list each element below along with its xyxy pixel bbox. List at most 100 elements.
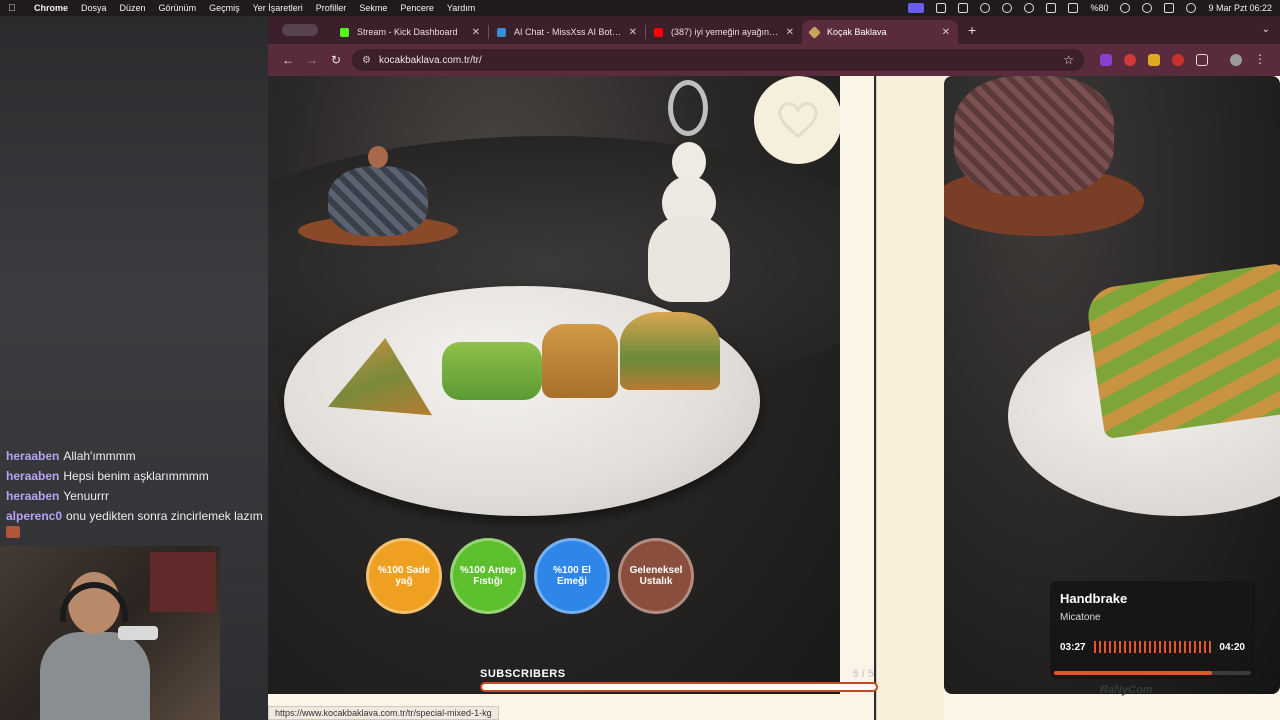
menu-history[interactable]: Geçmiş — [209, 3, 240, 13]
baklava-square — [542, 324, 618, 398]
chat-text: Yenuurrr — [63, 489, 109, 503]
chat-username: heraaben — [6, 469, 60, 483]
chrome-menu-icon[interactable]: ⋮ — [1254, 53, 1266, 66]
tab-title: Stream - Kick Dashboard — [357, 27, 458, 37]
subscriber-count: 5 / 5 — [852, 668, 874, 680]
chat-message: heraaben Allah'ımmmm — [6, 446, 264, 466]
chat-message: alperenc0 onu yedikten sonra zincirlemek … — [6, 509, 264, 539]
browser-toolbar: ← → ↻ ⚙ kocakbaklava.com.tr/tr/ ☆ ⋮ — [268, 44, 1280, 76]
menu-profiles[interactable]: Profiller — [316, 3, 347, 13]
site-info-icon[interactable]: ⚙ — [362, 55, 371, 66]
chat-username: heraaben — [6, 489, 60, 503]
playback-row: 03:27 04:20 — [1060, 641, 1245, 653]
address-bar[interactable]: ⚙ kocakbaklava.com.tr/tr/ ☆ — [352, 49, 1084, 71]
menu-help[interactable]: Yardım — [447, 3, 475, 13]
bluetooth-icon[interactable] — [1068, 3, 1079, 13]
microphone-icon — [118, 626, 158, 640]
tab-title: Koçak Baklava — [827, 27, 887, 37]
quality-badges: %100 Sade yağ %100 Antep Fıstığı %100 El… — [366, 538, 694, 614]
control-center-icon[interactable] — [1164, 3, 1175, 13]
brand-watermark: RaNyCom — [1100, 684, 1153, 696]
playback-progress — [1054, 671, 1251, 675]
menu-bookmarks[interactable]: Yer İşaretleri — [253, 3, 303, 13]
streamer — [40, 566, 150, 720]
tab-title: AI Chat - MissXss AI Bot System — [514, 27, 623, 37]
page-viewport: %100 Sade yağ %100 Antep Fıstığı %100 El… — [268, 76, 1280, 720]
page-gutter — [876, 76, 944, 720]
extension-record-icon[interactable] — [1172, 54, 1184, 66]
subscriber-goal: SUBSCRIBERS 5 / 5 — [480, 668, 878, 692]
heart-icon — [778, 102, 818, 139]
tab-group-pill[interactable] — [282, 24, 318, 36]
tab-ai-chat[interactable]: AI Chat - MissXss AI Bot System ✕ — [489, 20, 645, 44]
sync-icon[interactable] — [1024, 3, 1035, 13]
macos-menubar:  Chrome Dosya Düzen Görünüm Geçmiş Yer … — [0, 0, 1280, 16]
forward-icon[interactable]: → — [300, 53, 324, 67]
tab-search-icon[interactable]: ⌄ — [1262, 24, 1270, 35]
now-playing-widget: Handbrake Micatone 03:27 04:20 — [1050, 581, 1255, 679]
url-text[interactable]: kocakbaklava.com.tr/tr/ — [379, 55, 482, 66]
back-icon[interactable]: ← — [276, 53, 300, 67]
menu-window[interactable]: Pencere — [400, 3, 434, 13]
product-image-main[interactable]: %100 Sade yağ %100 Antep Fıstığı %100 El… — [268, 76, 840, 694]
extensions-area: ⋮ — [1100, 53, 1266, 66]
chat-message: heraaben Yenuurrr — [6, 486, 264, 506]
favorite-button[interactable] — [754, 76, 842, 164]
close-icon[interactable]: ✕ — [786, 27, 794, 38]
extension-purple-icon[interactable] — [1100, 54, 1112, 66]
link-status-bar: https://www.kocakbaklava.com.tr/tr/speci… — [268, 706, 499, 720]
close-icon[interactable]: ✕ — [942, 27, 950, 38]
chat-message: heraaben Hepsi benim aşklarımmmm — [6, 466, 264, 486]
close-icon[interactable]: ✕ — [472, 27, 480, 38]
tab-kocak-baklava[interactable]: Koçak Baklava ✕ — [802, 20, 958, 44]
extensions-puzzle-icon[interactable] — [1196, 54, 1208, 66]
baklava-roll — [442, 342, 542, 400]
menubar-clock[interactable]: 9 Mar Pzt 06:22 — [1208, 3, 1272, 13]
search-icon[interactable] — [1142, 3, 1153, 13]
apple-menu-icon[interactable]:  — [8, 3, 20, 14]
menu-view[interactable]: Görünüm — [159, 3, 197, 13]
cursor-icon[interactable] — [980, 3, 991, 13]
tab-strip: Stream - Kick Dashboard ✕ AI Chat - Miss… — [268, 16, 1280, 44]
stream-chat: heraaben Allah'ımmmm heraaben Hepsi benim … — [6, 446, 264, 539]
badge-traditional: Geleneksel Ustalık — [618, 538, 694, 614]
extension-red-icon[interactable] — [1124, 54, 1136, 66]
grid-icon[interactable] — [958, 3, 969, 13]
subscriber-label: SUBSCRIBERS — [480, 668, 566, 680]
extension-yellow-icon[interactable] — [1148, 54, 1160, 66]
page-divider — [840, 76, 876, 720]
badge-handmade: %100 El Emeği — [534, 538, 610, 614]
tab-title: (387) iyi yemeğin ayağına gid — [671, 27, 780, 37]
subscriber-progress-bar — [480, 682, 878, 692]
script-icon[interactable] — [936, 3, 947, 13]
track-artist: Micatone — [1060, 612, 1101, 623]
webcam-feed — [0, 546, 220, 720]
close-icon[interactable]: ✕ — [629, 27, 637, 38]
chat-username: alperenc0 — [6, 509, 63, 523]
badge-antep-pistachio: %100 Antep Fıstığı — [450, 538, 526, 614]
menu-file[interactable]: Dosya — [81, 3, 107, 13]
new-tab-icon[interactable]: + — [968, 22, 976, 38]
siri-icon[interactable] — [1186, 3, 1197, 13]
volume-icon[interactable] — [1046, 3, 1057, 13]
menubar-status-area: %80 9 Mar Pzt 06:22 — [908, 3, 1272, 13]
reload-icon[interactable]: ↻ — [324, 53, 348, 67]
badge-pure-butter: %100 Sade yağ — [366, 538, 442, 614]
wifi-icon[interactable] — [1120, 3, 1131, 13]
menu-tab[interactable]: Sekme — [359, 3, 387, 13]
profile-avatar[interactable] — [1230, 54, 1242, 66]
waveform — [1093, 641, 1212, 653]
menu-chrome[interactable]: Chrome — [34, 3, 68, 13]
menu-edit[interactable]: Düzen — [120, 3, 146, 13]
chat-text: Allah'ımmmm — [63, 449, 136, 463]
battery-percent[interactable]: %80 — [1090, 3, 1108, 13]
baklava-slice — [620, 312, 720, 390]
bookmark-star-icon[interactable]: ☆ — [1063, 53, 1074, 67]
play-icon[interactable] — [1002, 3, 1013, 13]
chat-text: Hepsi benim aşklarımmmm — [63, 469, 209, 483]
screen-mirroring-icon[interactable] — [908, 3, 925, 13]
tab-kick-dashboard[interactable]: Stream - Kick Dashboard ✕ — [332, 20, 488, 44]
tab-youtube[interactable]: (387) iyi yemeğin ayağına gid ✕ — [646, 20, 802, 44]
chrome-window: Stream - Kick Dashboard ✕ AI Chat - Miss… — [268, 16, 1280, 720]
kick-icon — [340, 27, 349, 37]
